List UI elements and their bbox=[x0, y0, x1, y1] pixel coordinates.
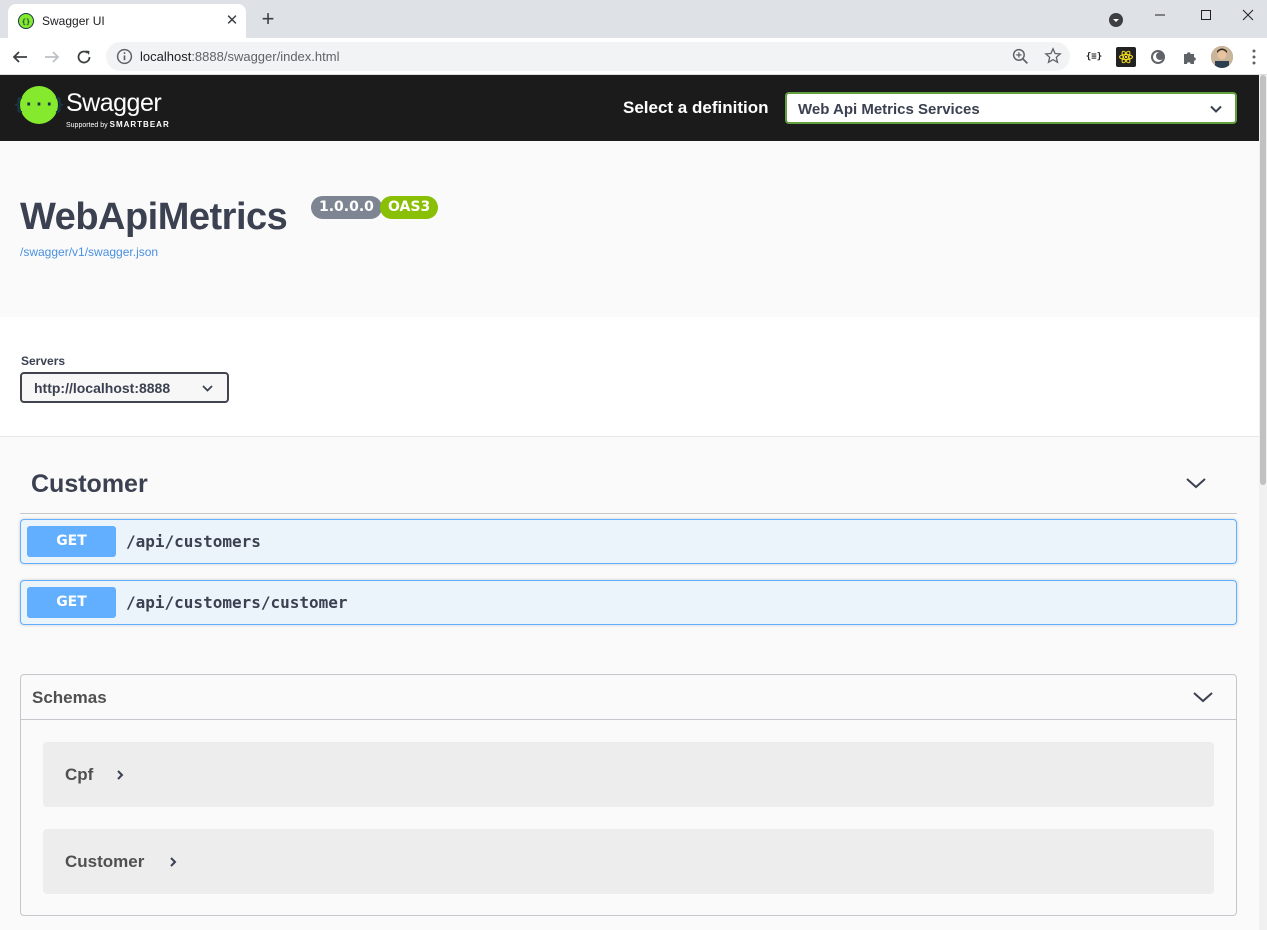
api-title: WebApiMetrics bbox=[20, 196, 288, 238]
chevron-down-icon bbox=[202, 385, 213, 392]
react-devtools-icon[interactable] bbox=[1116, 47, 1136, 67]
api-info: WebApiMetrics 1.0.0.0 OAS3 /swagger/v1/s… bbox=[0, 141, 1259, 317]
http-method-badge: GET bbox=[27, 587, 116, 618]
swagger-logo-icon: {···} bbox=[13, 86, 65, 124]
operation-path: /api/customers/customer bbox=[126, 593, 348, 612]
json-extension-icon[interactable]: {≡} bbox=[1084, 47, 1104, 67]
schemas-section: Schemas Cpf Customer bbox=[20, 674, 1237, 916]
operation-get-customer[interactable]: GET /api/customers/customer bbox=[20, 580, 1237, 625]
forward-button[interactable] bbox=[40, 45, 64, 69]
model-name: Customer bbox=[65, 852, 145, 871]
site-info-icon[interactable] bbox=[116, 48, 133, 65]
schema-model-customer[interactable]: Customer bbox=[43, 829, 1214, 894]
moon-icon bbox=[1151, 50, 1165, 64]
url-host: localhost bbox=[140, 49, 192, 64]
bookmark-star-icon[interactable] bbox=[1044, 47, 1062, 65]
chevron-right-icon bbox=[170, 857, 177, 867]
scrollbar-thumb[interactable] bbox=[1260, 75, 1266, 485]
new-tab-button[interactable]: + bbox=[257, 8, 279, 31]
version-badge: 1.0.0.0 bbox=[311, 196, 382, 219]
back-button[interactable] bbox=[8, 45, 32, 69]
definition-selected-value: Web Api Metrics Services bbox=[798, 101, 980, 118]
zoom-icon[interactable] bbox=[1012, 48, 1029, 65]
tag-name: Customer bbox=[31, 470, 148, 498]
oas-badge: OAS3 bbox=[380, 196, 439, 219]
chevron-down-icon bbox=[1210, 105, 1222, 113]
window-minimize-button[interactable] bbox=[1137, 0, 1183, 30]
reload-button[interactable] bbox=[72, 45, 96, 69]
minimize-icon bbox=[1155, 14, 1165, 16]
atom-icon bbox=[1119, 50, 1133, 64]
browser-tabstrip: {} Swagger UI ✕ + bbox=[0, 0, 1267, 38]
tab-close-icon[interactable]: ✕ bbox=[223, 12, 241, 30]
schemas-title: Schemas bbox=[32, 688, 107, 707]
chevron-down-icon bbox=[1186, 478, 1206, 489]
puzzle-icon bbox=[1184, 52, 1196, 64]
logo-supported-by: Supported by SMARTBEAR bbox=[66, 120, 170, 129]
servers-section: Servers http://localhost:8888 bbox=[0, 317, 1259, 437]
logo-supported-text: Supported by bbox=[66, 122, 108, 129]
browser-toolbar: localhost:8888/swagger/index.html {≡} bbox=[0, 38, 1267, 75]
swagger-topbar: {···} Swagger Supported by SMARTBEAR Sel… bbox=[0, 75, 1259, 141]
http-method-badge: GET bbox=[27, 526, 116, 557]
swagger-favicon-icon: {} bbox=[18, 13, 34, 29]
reload-icon bbox=[77, 50, 91, 64]
tag-customer-header[interactable]: Customer bbox=[20, 458, 1237, 514]
page-scrollbar[interactable] bbox=[1259, 75, 1267, 930]
extensions-button[interactable] bbox=[1180, 47, 1200, 67]
logo-name: Swagger bbox=[66, 89, 162, 117]
maximize-icon bbox=[1201, 10, 1211, 20]
operation-path: /api/customers bbox=[126, 532, 261, 551]
schema-model-cpf[interactable]: Cpf bbox=[43, 742, 1214, 807]
schemas-header[interactable]: Schemas bbox=[21, 675, 1236, 720]
url-text: localhost:8888/swagger/index.html bbox=[140, 49, 339, 64]
dark-reader-extension-icon[interactable] bbox=[1148, 47, 1168, 67]
browser-tab-swagger[interactable]: {} Swagger UI ✕ bbox=[8, 4, 246, 38]
servers-selected-value: http://localhost:8888 bbox=[34, 380, 171, 396]
avatar-icon bbox=[1211, 46, 1233, 68]
definition-label: Select a definition bbox=[623, 98, 769, 117]
svg-text:{}: {} bbox=[22, 18, 30, 26]
back-arrow-icon bbox=[12, 51, 27, 63]
window-maximize-button[interactable] bbox=[1183, 0, 1229, 30]
servers-select[interactable]: http://localhost:8888 bbox=[20, 372, 229, 403]
definition-select[interactable]: Web Api Metrics Services bbox=[785, 92, 1237, 124]
address-bar[interactable]: localhost:8888/swagger/index.html bbox=[106, 42, 1070, 71]
tab-title: Swagger UI bbox=[42, 14, 105, 28]
servers-label: Servers bbox=[21, 354, 66, 368]
model-name: Cpf bbox=[65, 765, 94, 784]
swagger-logo[interactable]: {···} Swagger Supported by SMARTBEAR bbox=[13, 86, 180, 130]
close-icon bbox=[1242, 9, 1254, 21]
chevron-right-icon bbox=[117, 770, 124, 780]
forward-arrow-icon bbox=[45, 51, 60, 63]
profile-avatar[interactable] bbox=[1211, 46, 1233, 68]
chevron-down-icon bbox=[1193, 692, 1213, 703]
logo-brand: SMARTBEAR bbox=[109, 120, 170, 129]
window-close-button[interactable] bbox=[1229, 0, 1267, 30]
operation-get-customers[interactable]: GET /api/customers bbox=[20, 519, 1237, 564]
spec-json-link[interactable]: /swagger/v1/swagger.json bbox=[20, 245, 158, 259]
browser-menu-icon[interactable] bbox=[1246, 47, 1262, 67]
url-path: :8888/swagger/index.html bbox=[191, 49, 340, 64]
tab-search-icon[interactable] bbox=[1108, 12, 1124, 28]
